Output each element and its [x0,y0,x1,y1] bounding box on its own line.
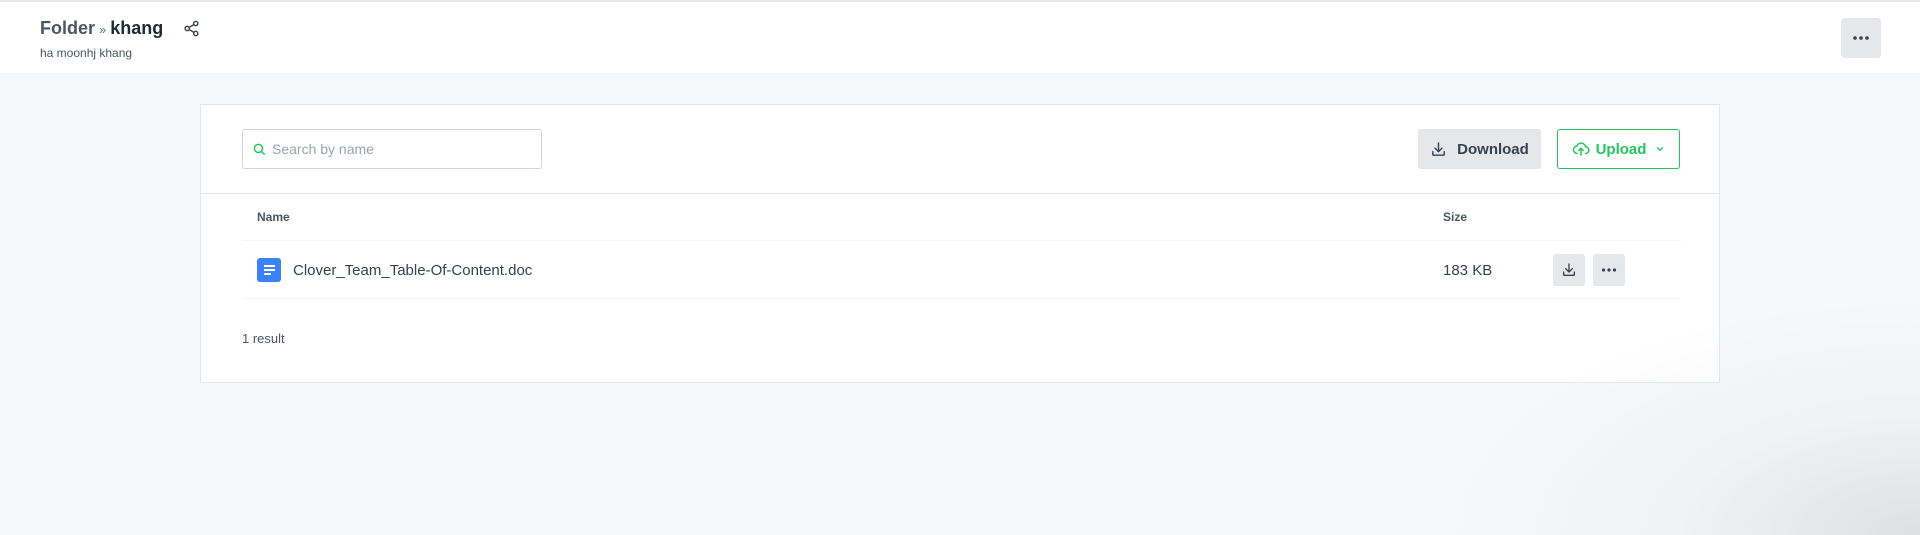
header-more-button[interactable] [1841,18,1881,58]
search-box[interactable] [242,129,542,169]
breadcrumb-separator: » [99,21,107,37]
file-browser-card: Download Upload Name Size Clover_Team_Ta… [200,104,1720,383]
page-header: Folder » khang ha moonhj khang [0,2,1920,73]
upload-button[interactable]: Upload [1557,129,1680,169]
toolbar: Download Upload [201,105,1719,194]
breadcrumb-root[interactable]: Folder [40,18,95,39]
file-name[interactable]: Clover_Team_Table-Of-Content.doc [293,262,532,279]
more-horizontal-icon [1853,36,1869,40]
download-button-label: Download [1457,140,1529,158]
results-count: 1 result [242,331,285,346]
column-header-size[interactable]: Size [1443,210,1467,224]
column-header-name[interactable]: Name [257,210,290,224]
document-icon [257,258,281,282]
file-size: 183 KB [1443,262,1493,279]
download-icon [1563,263,1575,276]
share-button[interactable] [180,17,202,39]
download-button[interactable]: Download [1418,129,1541,169]
cloud-upload-icon [1572,142,1590,156]
chevron-down-icon [1657,147,1664,151]
breadcrumb-current: khang [110,17,164,38]
more-horizontal-icon [1601,268,1617,272]
table-header: Name Size [242,194,1681,241]
share-icon [184,20,199,36]
upload-button-label: Upload [1595,140,1647,158]
search-input[interactable] [272,141,532,157]
row-more-button[interactable] [1593,254,1625,286]
folder-owner: ha moonhj khang [40,46,133,60]
search-icon [253,143,265,155]
download-icon [1432,141,1446,156]
table-row[interactable]: Clover_Team_Table-Of-Content.doc 183 KB [242,241,1681,299]
file-table: Name Size Clover_Team_Table-Of-Content.d… [242,194,1681,299]
row-download-button[interactable] [1553,254,1585,286]
breadcrumb: Folder » khang [40,17,202,39]
